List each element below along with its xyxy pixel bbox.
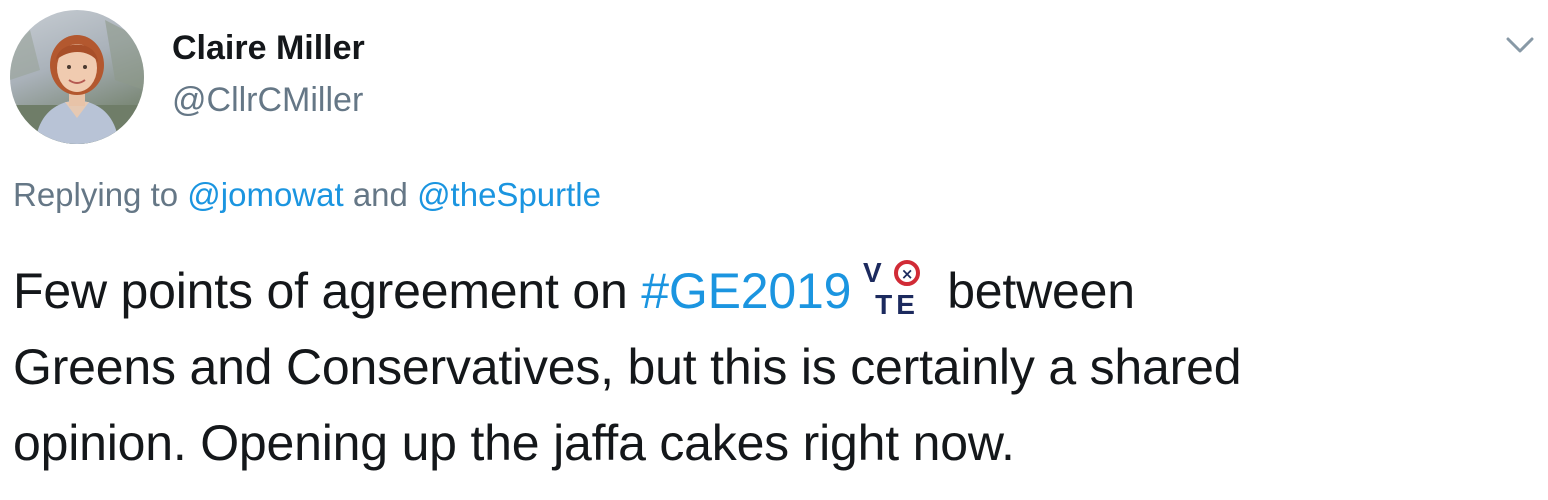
hashtag-link[interactable]: #GE2019 [641, 263, 851, 319]
vote-hashflag-icon: V × TE [859, 256, 935, 320]
hashflag-bottom-text: TE [875, 289, 919, 316]
replying-joiner: and [343, 176, 418, 213]
author-display-name[interactable]: Claire Miller [172, 28, 365, 68]
chevron-down-icon[interactable] [1502, 30, 1538, 60]
avatar[interactable] [10, 10, 144, 144]
tweet-text-segment: Few points of agreement on [13, 263, 642, 319]
tweet-line: Greens and Conservatives, but this is ce… [13, 339, 1242, 395]
tweet-text: Few points of agreement on #GE2019 V × T… [13, 253, 1538, 481]
hashflag-top-text: V [863, 257, 882, 288]
mention-link[interactable]: @theSpurtle [417, 176, 601, 213]
mention-link[interactable]: @jomowat [187, 176, 343, 213]
replying-to-line: Replying to @jomowat and @theSpurtle [13, 175, 601, 215]
tweet-line: Few points of agreement on #GE2019 V × T… [13, 253, 1538, 329]
replying-to-label: Replying to [13, 176, 188, 213]
hashflag-mark: × [901, 265, 913, 283]
author-handle[interactable]: @CllrCMiller [172, 80, 363, 120]
tweet-line: opinion. Opening up the jaffa cakes righ… [13, 415, 1015, 471]
tweet-text-segment: between [947, 263, 1135, 319]
